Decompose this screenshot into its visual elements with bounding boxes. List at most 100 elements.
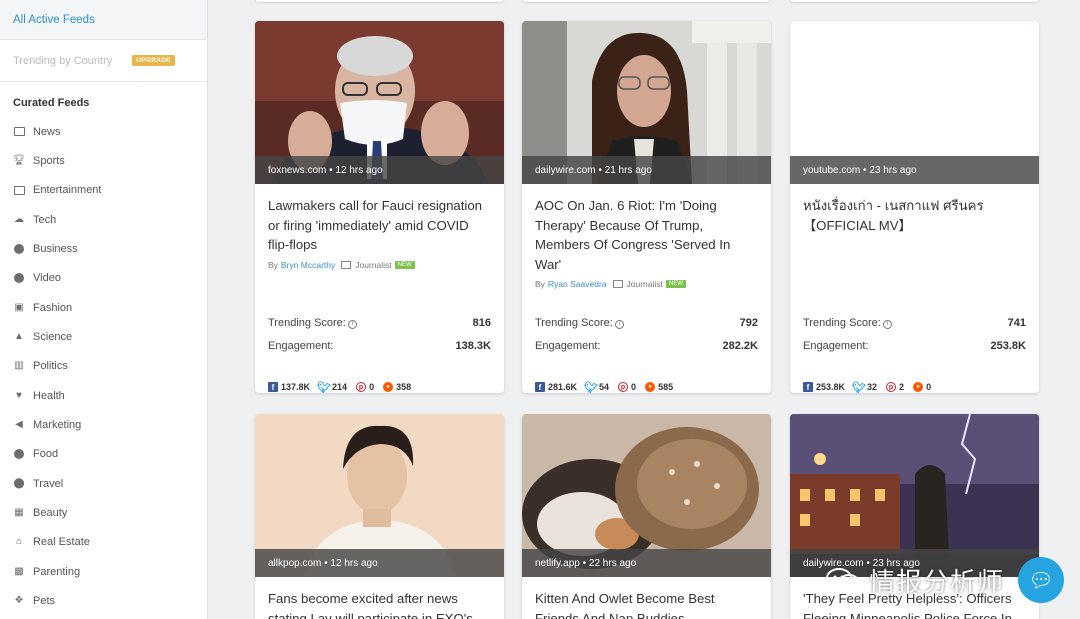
play-icon [13, 272, 25, 284]
social-counts: f 137.8K 🐦︎ 214 p0 ● 358 [268, 381, 491, 394]
sidebar-item-beauty[interactable]: ▦ Beauty [0, 498, 207, 527]
sidebar-item-label: Pets [33, 595, 56, 608]
sidebar-item-label: Parenting [33, 565, 81, 578]
upgrade-badge[interactable]: UPGRADE [132, 55, 175, 66]
journalist-label: Journalist [355, 259, 392, 270]
article-title[interactable]: Lawmakers call for Fauci resignation or … [255, 184, 504, 255]
article-source: foxnews.com • 12 hrs ago [255, 156, 504, 184]
pinterest-count: 2 [899, 382, 905, 392]
sidebar-item-food[interactable]: Food [0, 440, 207, 469]
sidebar-item-health[interactable]: ♥ Health [0, 381, 207, 410]
flask-icon: ▲ [14, 331, 24, 343]
article-card[interactable]: foxnews.com • 12 hrs ago Lawmakers call … [255, 21, 504, 393]
journalist-icon [341, 260, 352, 269]
article-source: allkpop.com • 12 hrs ago [255, 549, 504, 577]
sidebar-item-science[interactable]: ▲ Science [0, 322, 207, 351]
article-thumbnail[interactable]: dailywire.com • 23 hrs ago [790, 414, 1039, 577]
cloud-icon: ☁ [14, 213, 24, 225]
trending-score-label: Trending Score: [803, 316, 881, 329]
sidebar-item-travel[interactable]: ⬤ Travel [0, 469, 207, 498]
reddit-icon: ● [913, 382, 924, 392]
article-title[interactable]: Kitten And Owlet Become Best Friends And… [522, 577, 771, 619]
sidebar-item-label: Real Estate [33, 536, 90, 549]
article-title[interactable]: Fans become excited after news stating L… [255, 577, 504, 619]
wechat-icon [825, 568, 860, 592]
twitter-icon: 🐦︎ [317, 381, 332, 394]
watermark: 情报分析师 💬︎ [825, 557, 1064, 603]
sidebar-item-label: Sports [33, 155, 65, 168]
author-link[interactable]: Ryan Saavedra [548, 279, 607, 289]
new-badge: NEW [665, 280, 686, 288]
sidebar-item-label: Food [33, 448, 59, 461]
paw-icon: ❖ [14, 595, 24, 607]
pinterest-count: 0 [369, 382, 375, 392]
sidebar-item-tech[interactable]: ☁ Tech [0, 205, 207, 234]
engagement-label: Engagement: [268, 339, 334, 352]
article-card[interactable]: dailywire.com • 21 hrs ago AOC On Jan. 6… [522, 21, 771, 393]
facebook-icon: f [268, 382, 278, 392]
trending-score-value: 816 [472, 316, 491, 329]
engagement-value: 282.2K [722, 339, 758, 352]
trending-label: Trending by Country [13, 54, 113, 67]
journalist-label: Journalist [626, 279, 663, 289]
article-title[interactable]: หนังเรื่องเก่า - เนสกาแฟ ศรีนคร 【OFFICIA… [790, 184, 1039, 235]
trending-score-value: 792 [739, 316, 758, 329]
sidebar-item-marketing[interactable]: ◀ Marketing [0, 410, 207, 439]
info-icon[interactable]: i [614, 319, 624, 329]
article-metrics: Trending Score: i 816 Engagement: 138.3K [268, 311, 491, 357]
reddit-count: 358 [396, 382, 412, 392]
apple-icon [13, 448, 25, 460]
reddit-icon: ● [645, 382, 656, 392]
institution-icon: ▥ [14, 360, 24, 372]
article-card[interactable]: allkpop.com • 12 hrs ago Fans become exc… [255, 414, 504, 619]
sidebar-item-parenting[interactable]: ▩ Parenting [0, 557, 207, 586]
chat-bubble-icon[interactable]: 💬︎ [1018, 557, 1064, 603]
pinterest-icon: p [886, 382, 897, 392]
pinterest-icon: p [618, 382, 629, 392]
twitter-icon: 🐦︎ [584, 381, 599, 394]
article-thumbnail[interactable]: foxnews.com • 12 hrs ago [255, 21, 504, 184]
sidebar-item-label: Health [33, 389, 65, 402]
megaphone-icon: ◀ [15, 419, 23, 431]
sidebar-item-news[interactable]: News [0, 117, 207, 146]
engagement-value: 138.3K [455, 339, 491, 352]
article-source: youtube.com • 23 hrs ago [790, 156, 1039, 184]
sidebar-item-fashion[interactable]: ▣ Fashion [0, 293, 207, 322]
all-active-feeds-link[interactable]: All Active Feeds [0, 0, 207, 40]
sidebar-item-politics[interactable]: ▥ Politics [0, 352, 207, 381]
article-thumbnail[interactable]: youtube.com • 23 hrs ago [790, 21, 1039, 184]
twitter-icon: 🐦︎ [852, 381, 867, 394]
shopping-bag-icon: ▣ [14, 301, 24, 313]
info-icon[interactable]: i [882, 319, 892, 329]
family-icon: ▩ [14, 565, 24, 577]
sidebar-item-entertainment[interactable]: Entertainment [0, 176, 207, 205]
article-card[interactable]: netlify.app • 22 hrs ago Kitten And Owle… [522, 414, 771, 619]
sidebar-item-label: Video [33, 272, 61, 285]
sidebar-item-video[interactable]: Video [0, 264, 207, 293]
monitor-icon [13, 184, 25, 196]
sidebar-item-business[interactable]: Business [0, 234, 207, 263]
beauty-icon: ▦ [14, 507, 24, 519]
sidebar-item-label: Business [33, 243, 78, 256]
article-source: netlify.app • 22 hrs ago [522, 549, 771, 577]
trending-by-country-link[interactable]: Trending by Country UPGRADE [0, 40, 207, 82]
article-thumbnail[interactable]: netlify.app • 22 hrs ago [522, 414, 771, 577]
sidebar-item-label: Fashion [33, 301, 73, 314]
sidebar: All Active Feeds Trending by Country UPG… [0, 0, 208, 619]
sidebar-item-real-estate[interactable]: ⌂ Real Estate [0, 528, 207, 557]
engagement-value: 253.8K [990, 339, 1026, 352]
facebook-icon: f [535, 382, 545, 392]
dollar-icon [13, 243, 25, 255]
article-thumbnail[interactable]: allkpop.com • 12 hrs ago [255, 414, 504, 577]
article-card[interactable]: youtube.com • 23 hrs ago หนังเรื่องเก่า … [790, 21, 1039, 393]
previous-card-edge [522, 0, 771, 2]
article-thumbnail[interactable]: dailywire.com • 21 hrs ago [522, 21, 771, 184]
reddit-count: 0 [926, 382, 932, 392]
article-title[interactable]: AOC On Jan. 6 Riot: I'm 'Doing Therapy' … [522, 184, 771, 274]
sidebar-item-label: Entertainment [33, 184, 102, 197]
sidebar-item-sports[interactable]: 🏆︎ Sports [0, 146, 207, 175]
sidebar-item-pets[interactable]: ❖ Pets [0, 587, 207, 616]
watermark-text: 情报分析师 [868, 566, 1004, 597]
author-link[interactable]: Bryn Mccarthy [281, 260, 335, 270]
info-icon[interactable]: i [347, 319, 357, 329]
